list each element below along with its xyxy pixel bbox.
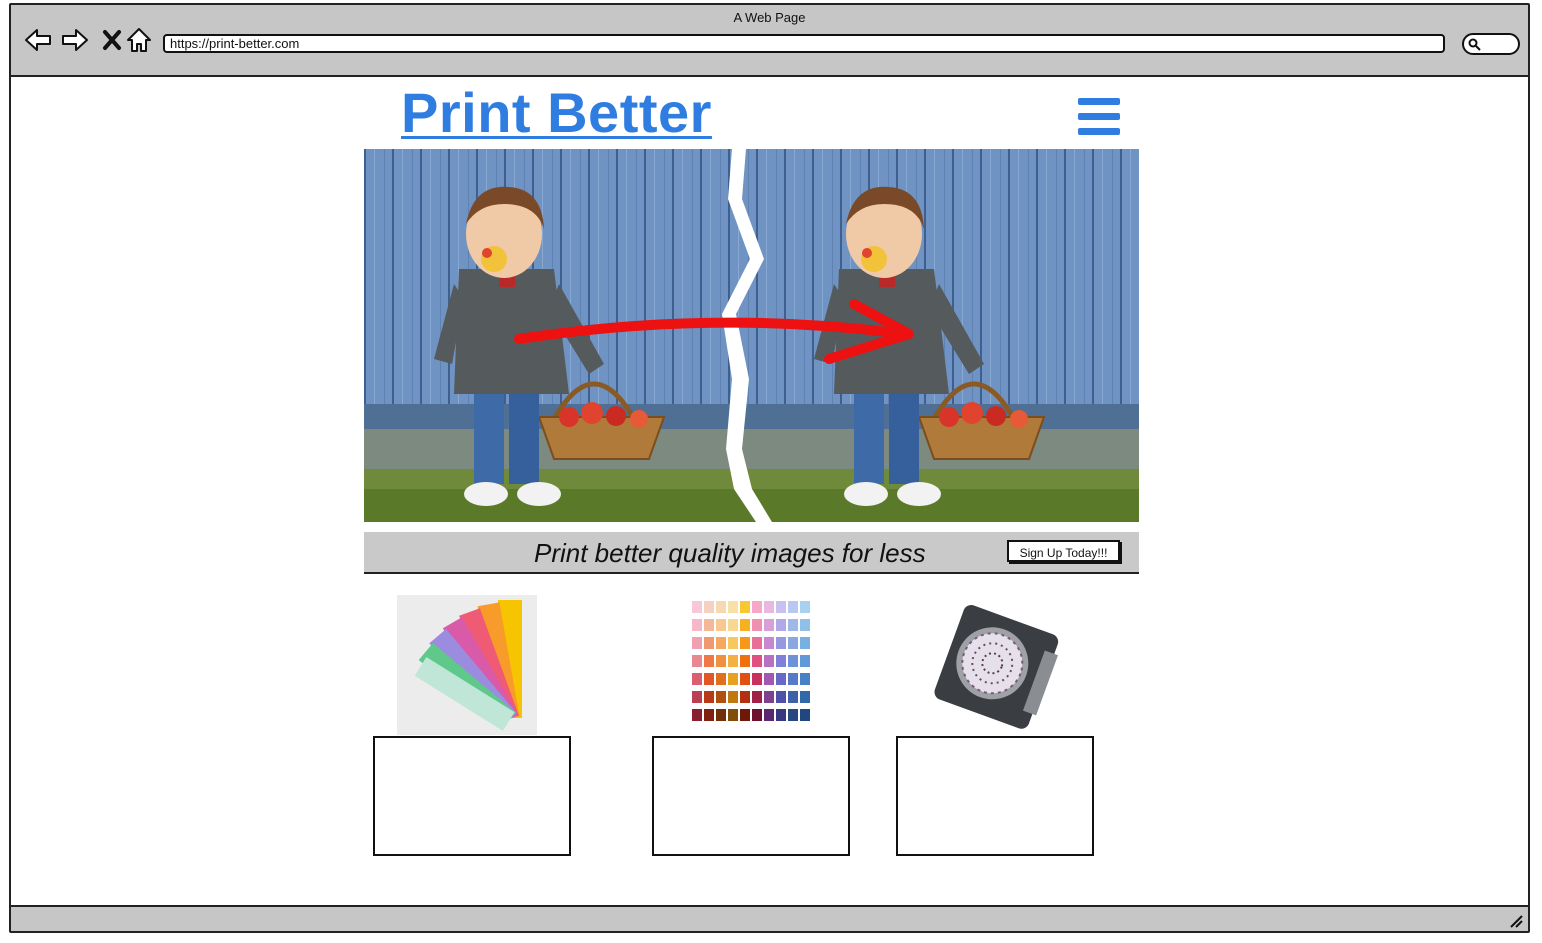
color-swatch [752,655,762,667]
color-swatch [776,619,786,631]
color-swatch [776,601,786,613]
color-swatch [776,709,786,721]
color-swatch [764,601,774,613]
color-swatch [764,709,774,721]
color-swatch [692,709,702,721]
hero-comparison-image [364,149,1139,522]
color-swatch [788,673,798,685]
color-swatch [800,619,810,631]
color-swatch [800,601,810,613]
color-swatch [752,691,762,703]
hamburger-menu-icon[interactable] [1078,98,1120,136]
color-swatch [716,637,726,649]
promo-banner: Print better quality images for less Sig… [364,532,1139,574]
color-swatch [788,709,798,721]
color-swatch [704,673,714,685]
color-swatch [740,619,750,631]
color-swatch [728,709,738,721]
color-swatch [692,691,702,703]
color-swatch [800,655,810,667]
color-swatch [704,655,714,667]
color-swatch [800,637,810,649]
search-icon [1468,38,1481,51]
color-swatch [764,655,774,667]
color-swatch [716,655,726,667]
color-swatch [728,655,738,667]
color-swatch [716,601,726,613]
color-swatch [740,691,750,703]
forward-icon[interactable] [60,25,90,55]
home-icon[interactable] [124,25,154,55]
browser-search-field[interactable] [1462,33,1520,55]
color-swatch [692,637,702,649]
color-swatch [776,691,786,703]
feature-card-1 [373,736,571,856]
color-swatch [776,637,786,649]
color-swatch [716,691,726,703]
browser-statusbar [11,905,1528,931]
color-swatch [752,619,762,631]
color-swatch [764,691,774,703]
close-icon[interactable] [97,25,127,55]
color-swatch [800,709,810,721]
color-swatch [728,601,738,613]
color-swatch [692,601,702,613]
resize-grip-icon[interactable] [1508,913,1524,929]
color-swatch [752,637,762,649]
color-swatch [716,673,726,685]
window-title: A Web Page [733,10,806,25]
address-bar[interactable]: https://print-better.com [163,34,1445,53]
color-swatch [716,709,726,721]
color-swatch [704,619,714,631]
color-swatch [692,673,702,685]
color-swatch [740,601,750,613]
color-swatch [692,655,702,667]
browser-titlebar: A Web Page https://print-better.com [11,5,1528,77]
feature-image-color-fan[interactable] [397,595,537,735]
color-swatch [728,673,738,685]
hero-image-graphic [364,149,1139,522]
feature-image-calibration-disc[interactable] [927,595,1067,735]
color-swatch [776,655,786,667]
color-swatch [788,601,798,613]
color-swatch [704,601,714,613]
color-swatch [776,673,786,685]
color-swatch [704,691,714,703]
back-icon[interactable] [23,25,53,55]
color-swatch [788,655,798,667]
color-swatch [788,691,798,703]
color-swatch [752,709,762,721]
color-swatch [764,619,774,631]
color-swatch [800,673,810,685]
sign-up-button[interactable]: Sign Up Today!!! [1007,540,1120,562]
color-swatch [716,619,726,631]
color-swatch [764,637,774,649]
color-swatch [764,673,774,685]
color-swatch [728,691,738,703]
feature-image-color-chart[interactable] [682,595,822,735]
color-swatch [740,673,750,685]
color-swatch [788,619,798,631]
color-swatch [704,709,714,721]
feature-card-2 [652,736,850,856]
color-swatch [752,673,762,685]
color-swatch [740,637,750,649]
feature-card-3 [896,736,1094,856]
tagline: Print better quality images for less [534,538,926,568]
color-swatch [752,601,762,613]
color-swatch [788,637,798,649]
color-swatch [800,691,810,703]
color-swatch [728,637,738,649]
color-swatch [692,619,702,631]
site-logo[interactable]: Print Better [401,80,712,145]
color-swatch [740,709,750,721]
color-swatch [728,619,738,631]
color-swatch [740,655,750,667]
color-swatch [704,637,714,649]
